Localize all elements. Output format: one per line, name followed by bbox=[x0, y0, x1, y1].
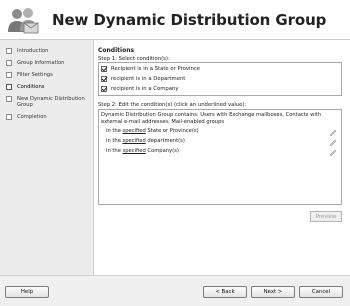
specified-link[interactable]: specified bbox=[123, 148, 146, 154]
step-completion[interactable]: Completion bbox=[6, 114, 85, 120]
step-label: Group Information bbox=[17, 60, 65, 66]
checkbox-checked-icon[interactable] bbox=[101, 76, 107, 82]
wizard-steps: Introduction Group Information Filter Se… bbox=[0, 40, 92, 275]
row-suffix: Company(s) bbox=[145, 148, 179, 154]
step-status-icon bbox=[6, 114, 12, 120]
step-introduction[interactable]: Introduction bbox=[6, 48, 85, 54]
step-status-icon bbox=[6, 96, 12, 102]
row-suffix: State or Province(s) bbox=[145, 128, 199, 134]
condition-row-department: in the specified department(s) bbox=[106, 138, 185, 144]
step-label: Completion bbox=[17, 114, 47, 120]
step-status-icon bbox=[6, 60, 12, 66]
condition-row-state: in the specified State or Province(s) bbox=[106, 128, 199, 134]
checkbox-checked-icon[interactable] bbox=[101, 66, 107, 72]
row-prefix: in the bbox=[106, 148, 123, 154]
page-title: New Dynamic Distribution Group bbox=[52, 11, 327, 29]
section-title: Conditions bbox=[98, 47, 135, 54]
condition-label: recipient is in a Department bbox=[111, 76, 186, 82]
wizard-header: New Dynamic Distribution Group bbox=[0, 0, 350, 40]
condition-list: Recipient is in a State or Province reci… bbox=[98, 62, 342, 96]
step-filter-settings[interactable]: Filter Settings bbox=[6, 72, 85, 78]
step-new-dynamic-distribution-group[interactable]: New Dynamic Distribution Group bbox=[6, 96, 85, 108]
preview-button[interactable]: Preview bbox=[310, 211, 342, 222]
specified-link[interactable]: specified bbox=[123, 128, 146, 134]
step-label: New Dynamic Distribution Group bbox=[17, 96, 85, 108]
row-prefix: in the bbox=[106, 128, 123, 134]
step2-label: Step 2: Edit the condition(s) (click an … bbox=[98, 102, 247, 108]
condition-item-company[interactable]: recipient is in a Company bbox=[101, 86, 178, 92]
condition-item-department[interactable]: recipient is in a Department bbox=[101, 76, 185, 82]
step-status-icon bbox=[6, 72, 12, 78]
condition-row-company: in the specified Company(s) bbox=[106, 148, 179, 154]
condition-label: recipient is in a Company bbox=[111, 86, 179, 92]
description-line: Dynamic Distribution Group contains: Use… bbox=[101, 112, 322, 118]
group-icon bbox=[8, 8, 39, 34]
condition-editor: Dynamic Distribution Group contains: Use… bbox=[98, 109, 342, 205]
edit-pencil-icon[interactable] bbox=[329, 148, 337, 156]
main-panel: Conditions Step 1: Select condition(s): … bbox=[93, 40, 350, 275]
specified-link[interactable]: specified bbox=[123, 138, 146, 144]
step-status-icon bbox=[6, 84, 12, 90]
step-label: Filter Settings bbox=[17, 72, 53, 78]
step-label: Introduction bbox=[17, 48, 49, 54]
back-button[interactable]: < Back bbox=[203, 286, 247, 298]
edit-pencil-icon[interactable] bbox=[329, 138, 337, 146]
cancel-button[interactable]: Cancel bbox=[299, 286, 343, 298]
wizard-footer: Help < Back Next > Cancel bbox=[0, 275, 350, 306]
row-prefix: in the bbox=[106, 138, 123, 144]
checkbox-checked-icon[interactable] bbox=[101, 86, 107, 92]
row-suffix: department(s) bbox=[145, 138, 185, 144]
edit-pencil-icon[interactable] bbox=[329, 128, 337, 136]
description-line: external e-mail addresses, Mail-enabled … bbox=[101, 119, 225, 125]
step-conditions[interactable]: Conditions bbox=[6, 84, 85, 90]
step-label: Conditions bbox=[17, 84, 45, 90]
help-button[interactable]: Help bbox=[5, 286, 49, 298]
condition-item-state[interactable]: Recipient is in a State or Province bbox=[101, 66, 200, 72]
condition-label: Recipient is in a State or Province bbox=[111, 66, 200, 72]
step-group-information[interactable]: Group Information bbox=[6, 60, 85, 66]
step-status-icon bbox=[6, 48, 12, 54]
next-button[interactable]: Next > bbox=[251, 286, 295, 298]
